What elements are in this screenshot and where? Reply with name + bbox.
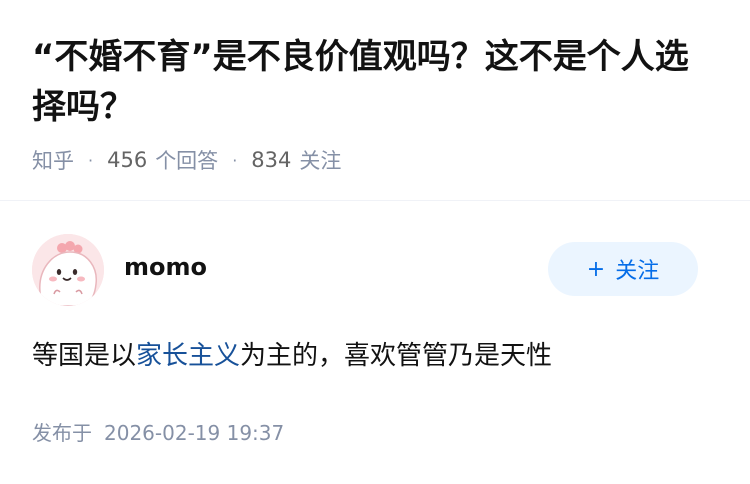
zhihu-answer-page: “不婚不育”是不良价值观吗？这不是个人选择吗？ 知乎 · 456 个回答 · 8…	[0, 0, 750, 484]
answer-content: 等国是以家长主义为主的，喜欢管管乃是天性	[32, 336, 552, 376]
question-meta: 知乎 · 456 个回答 · 834 关注	[32, 144, 341, 176]
follower-count: 834	[251, 148, 292, 172]
answer-text: 为主的，喜欢管管乃是天性	[240, 341, 553, 371]
author-name[interactable]: momo	[124, 250, 207, 284]
answer-count: 456	[107, 148, 148, 172]
follower-count-label: 关注	[299, 149, 342, 173]
answer-count-label[interactable]: 个回答	[155, 145, 218, 175]
question-title[interactable]: “不婚不育”是不良价值观吗？这不是个人选择吗？	[32, 32, 722, 132]
cartoon-avatar-image	[32, 234, 104, 306]
avatar[interactable]	[32, 234, 104, 306]
divider	[0, 200, 750, 201]
publish-label: 发布于	[32, 421, 92, 445]
answer-text: 等国是以	[32, 341, 137, 371]
source-label[interactable]: 知乎	[32, 145, 74, 175]
meta-separator: ·	[88, 150, 94, 170]
publish-time: 发布于 2026-02-19 19:37	[32, 418, 284, 448]
follow-button[interactable]: + 关注	[548, 242, 698, 296]
meta-separator: ·	[232, 150, 238, 170]
follow-button-label: 关注	[615, 259, 660, 284]
answer-keyword-link[interactable]: 家长主义	[136, 341, 240, 371]
plus-icon: +	[586, 256, 606, 282]
publish-timestamp: 2026-02-19 19:37	[104, 421, 285, 445]
